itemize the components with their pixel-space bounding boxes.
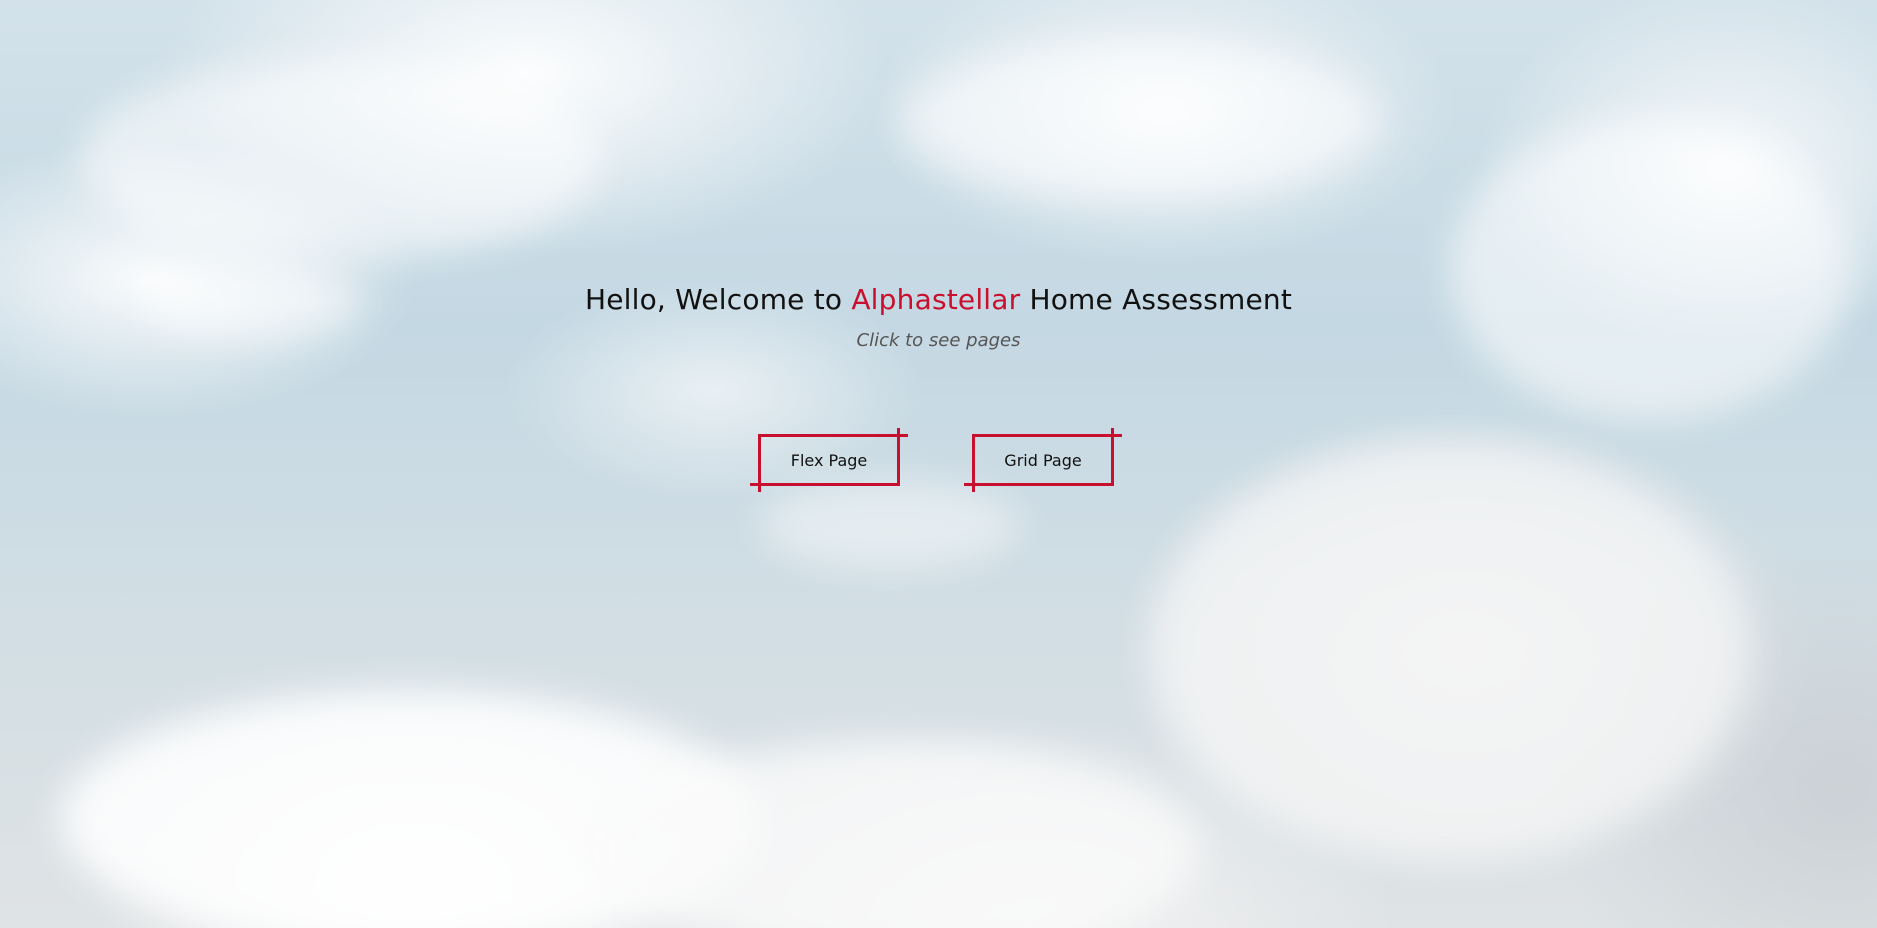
page-subtitle: Click to see pages	[856, 330, 1021, 351]
headline-prefix: Hello, Welcome to	[584, 283, 852, 316]
flex-page-button[interactable]: Flex Page	[750, 428, 908, 492]
corner-accent	[972, 483, 975, 492]
brand-name: Alphastellar	[851, 283, 1021, 316]
headline-suffix: Home Assessment	[1020, 283, 1293, 316]
flex-page-button-label: Flex Page	[790, 450, 868, 470]
page-title: Hello, Welcome to Alphastellar Home Asse…	[0, 283, 1877, 316]
nav-buttons: Flex Page Grid Page	[0, 428, 1877, 492]
hero-section: Hello, Welcome to Alphastellar Home Asse…	[0, 283, 1877, 351]
corner-accent	[897, 428, 900, 437]
grid-page-button[interactable]: Grid Page	[964, 428, 1122, 492]
grid-page-button-label: Grid Page	[1004, 450, 1082, 470]
cloud-shape	[760, 480, 1020, 570]
corner-accent	[758, 483, 761, 492]
cloud-shape	[1450, 120, 1850, 420]
cloud-shape	[80, 60, 600, 260]
corner-accent	[1111, 428, 1114, 437]
cloud-shape	[900, 40, 1380, 200]
cloud-shape	[1150, 440, 1750, 860]
